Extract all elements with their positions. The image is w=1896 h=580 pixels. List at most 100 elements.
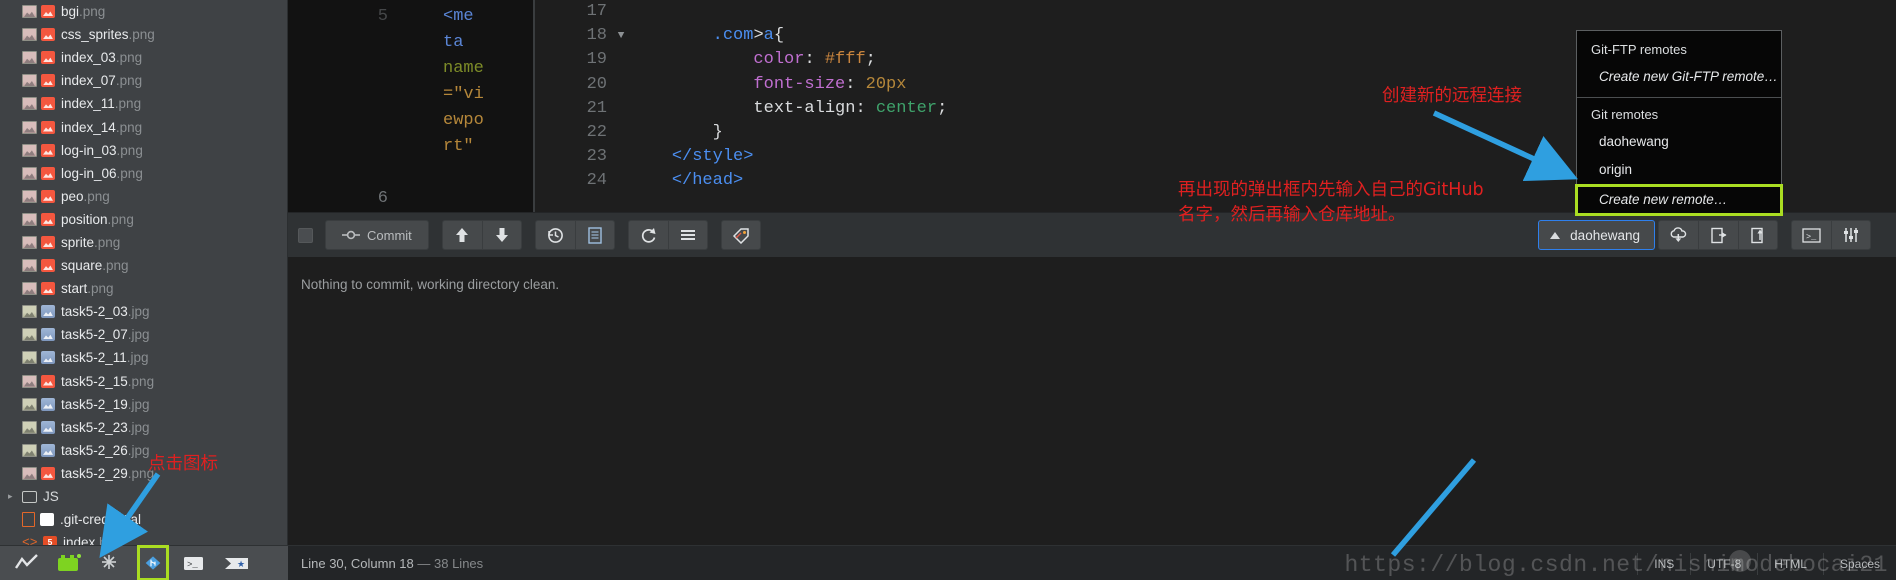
file-row[interactable]: task5-2_26 .jpg [0, 439, 287, 462]
file-row[interactable]: task5-2_07 .jpg [0, 323, 287, 346]
jpg-badge-icon [41, 351, 55, 365]
code-line[interactable]: 17 [535, 0, 1896, 24]
file-name: task5-2_15 [61, 373, 128, 389]
push-button[interactable] [441, 220, 482, 250]
status-item-ins[interactable]: INS [1637, 552, 1690, 575]
settings-button[interactable] [1831, 220, 1871, 250]
folder-row-js[interactable]: ▸ JS [0, 485, 287, 508]
file-row[interactable]: task5-2_19 .jpg [0, 393, 287, 416]
file-extension: .html [95, 535, 125, 545]
code-token: 20px [865, 74, 907, 94]
tag-button[interactable] [720, 220, 761, 250]
git-branch-icon[interactable] [137, 545, 169, 580]
fold-toggle-icon[interactable] [613, 169, 629, 193]
editor-left-pane[interactable]: 5 6 <me ta name ="vi ewpo rt" [288, 0, 535, 212]
status-item-spaces[interactable]: Spaces [1822, 552, 1896, 575]
code-token: </style> [671, 147, 754, 167]
jpg-badge-icon [41, 397, 55, 411]
png-badge-icon [41, 74, 55, 88]
annotation-input-instructions: 再出现的弹出框内先输入自己的GitHub 名字，然后再输入仓库地址。 [1178, 180, 1484, 225]
file-row[interactable]: index_07 .png [0, 69, 287, 92]
file-row[interactable]: index_03 .png [0, 46, 287, 69]
terminal-green-icon[interactable] [56, 552, 82, 574]
status-item-html[interactable]: HTML [1757, 552, 1823, 575]
code-text: } [629, 121, 723, 145]
file-row[interactable]: position .png [0, 208, 287, 231]
code-brackets-icon: <> [22, 535, 38, 545]
code-token: : [804, 50, 825, 70]
arrow-down-icon [495, 228, 508, 242]
file-row-index-html[interactable]: <> 5 index .html [0, 531, 287, 545]
file-extension: .png [79, 4, 106, 20]
line-number: 19 [586, 50, 607, 70]
hamburger-icon [680, 230, 695, 240]
branch-label: daohewang [1570, 227, 1640, 243]
gitftp-remotes-header: Git-FTP remotes [1591, 42, 1687, 57]
status-bar: Line 30, Column 18 — 38 Lines INS UTF-8 HT… [288, 545, 1896, 580]
left-gutter-line-bottom: 6 [377, 189, 388, 208]
console-button[interactable]: >_ [1791, 220, 1831, 250]
fold-toggle-icon[interactable] [613, 145, 629, 169]
command-prompt-icon[interactable]: >_ [182, 552, 208, 574]
menu-button[interactable] [667, 220, 708, 250]
branch-button[interactable]: daohewang [1538, 220, 1655, 250]
send-flag-icon[interactable]: ★ [224, 552, 250, 574]
remote-item-origin[interactable]: origin [1577, 156, 1781, 184]
file-extension: .png [115, 73, 143, 89]
chevron-right-icon[interactable]: ▸ [8, 491, 22, 502]
create-gitftp-remote-item[interactable]: Create new Git-FTP remote… [1577, 63, 1781, 91]
commit-button[interactable]: Commit [325, 220, 429, 250]
png-badge-icon [41, 28, 55, 42]
file-extension: .jpg [127, 442, 150, 458]
refresh-button[interactable] [627, 220, 668, 250]
remote-dropdown-menu[interactable]: Git-FTP remotes Create new Git-FTP remot… [1575, 30, 1783, 216]
file-row[interactable]: log-in_06 .png [0, 162, 287, 185]
file-row[interactable]: task5-2_03 .jpg [0, 300, 287, 323]
remote-actions-group [1658, 220, 1778, 250]
fold-toggle-icon[interactable] [613, 121, 629, 145]
create-new-remote-item[interactable]: Create new remote… [1575, 184, 1783, 216]
png-badge-icon [41, 259, 55, 273]
image-thumb-icon [22, 28, 37, 42]
file-row[interactable]: index_11 .png [0, 92, 287, 115]
file-name: index [63, 535, 96, 545]
code-text: .com>a{ [629, 24, 784, 48]
fold-toggle-icon[interactable] [613, 0, 629, 24]
stash-in-button[interactable] [1738, 220, 1778, 250]
file-row[interactable]: square .png [0, 254, 287, 277]
file-row[interactable]: start .png [0, 277, 287, 300]
html5-badge-icon: 5 [43, 536, 57, 545]
file-row[interactable]: peo .png [0, 185, 287, 208]
fold-toggle-icon[interactable]: ▼ [613, 24, 629, 48]
history-button[interactable] [534, 220, 575, 250]
file-row[interactable]: index_14 .png [0, 115, 287, 138]
file-tree[interactable]: bgi .png css_sprites .png index_03 .png index_… [0, 0, 287, 545]
file-row[interactable]: sprite .png [0, 231, 287, 254]
file-row-git-credential[interactable]: .git-credential [0, 508, 287, 531]
file-row[interactable]: task5-2_29 .png [0, 462, 287, 485]
file-row[interactable]: log-in_03 .png [0, 139, 287, 162]
activity-graph-icon[interactable] [14, 552, 40, 574]
status-item-utf-8[interactable]: UTF-8 [1690, 552, 1757, 575]
snowflake-icon[interactable] [98, 552, 124, 574]
stash-out-button[interactable] [1698, 220, 1738, 250]
file-row[interactable]: css_sprites .png [0, 23, 287, 46]
remote-item-daohewang[interactable]: daohewang [1577, 128, 1781, 156]
pull-button[interactable] [481, 220, 522, 250]
file-name: task5-2_11 [61, 350, 127, 366]
fold-toggle-icon[interactable] [613, 97, 629, 121]
code-text: </style> [629, 145, 754, 169]
file-row[interactable]: task5-2_11 .jpg [0, 346, 287, 369]
cloud-download-button[interactable] [1658, 220, 1698, 250]
stage-checkbox[interactable] [298, 227, 313, 243]
refresh-icon [641, 227, 656, 243]
history-diff-group [534, 220, 615, 250]
file-row[interactable]: task5-2_15 .png [0, 370, 287, 393]
tag-group [720, 220, 761, 250]
diff-button[interactable] [574, 220, 615, 250]
fold-toggle-icon[interactable] [613, 48, 629, 72]
file-row[interactable]: bgi .png [0, 0, 287, 23]
fold-toggle-icon[interactable] [613, 73, 629, 97]
file-row[interactable]: task5-2_23 .jpg [0, 416, 287, 439]
